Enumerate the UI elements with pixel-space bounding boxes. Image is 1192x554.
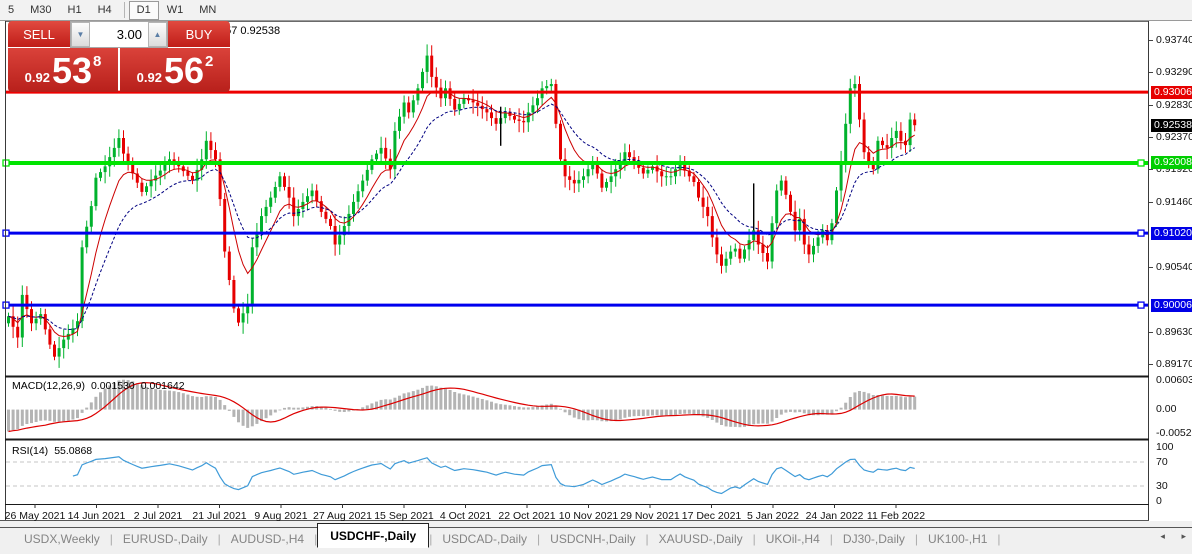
timeframe-button-5[interactable]: 5 [0, 1, 22, 20]
axis-tick-mark [1149, 332, 1153, 333]
macd-tick-label: -0.005228 [1156, 427, 1192, 439]
rsi-tick-label: 30 [1156, 480, 1168, 492]
tab-usdx-weekly[interactable]: USDX,Weekly [14, 529, 110, 549]
price-tick-label: 0.92370 [1156, 131, 1192, 143]
buy-price-main: 56 [163, 50, 204, 91]
one-click-trade-widget: SELL ▼ 3.00 ▲ BUY 0.92 53 8 0.92 56 2 [8, 21, 230, 92]
macd-tick-label: 0.006038 [1156, 374, 1192, 386]
tab-scroll-left-button[interactable]: ◂ [1160, 531, 1165, 541]
timeframe-toolbar: 5 M30 H1 H4 D1 W1 MN [0, 0, 1192, 21]
price-tick-label: 0.90540 [1156, 261, 1192, 273]
ma-slow-line [8, 103, 915, 331]
tab-dj30-daily[interactable]: DJ30-,Daily [833, 529, 915, 549]
rsi-tick-label: 70 [1156, 456, 1168, 468]
price-tick-label: 0.89170 [1156, 358, 1192, 370]
hline-0.90006[interactable] [2, 301, 1148, 309]
axis-tick-mark [1149, 105, 1153, 106]
tab-usdchf-daily[interactable]: USDCHF-,Daily [317, 523, 430, 548]
price-badge: 0.92008 [1151, 156, 1192, 169]
price-badge: 0.90006 [1151, 299, 1192, 312]
volume-increase-button[interactable]: ▲ [148, 22, 167, 47]
timeframe-button-mn[interactable]: MN [191, 1, 224, 20]
axis-tick-mark [1149, 267, 1153, 268]
axis-tick-mark [1149, 40, 1153, 41]
price-tick-label: 0.93290 [1156, 66, 1192, 78]
tab-scroll-arrows: ◂ ▸ [1146, 531, 1186, 542]
price-badge: 0.92538 [1151, 119, 1192, 132]
volume-decrease-button[interactable]: ▼ [71, 22, 90, 47]
volume-spinner: ▼ 3.00 ▲ [70, 21, 168, 48]
tab-uk100-h1[interactable]: UK100-,H1 [918, 529, 997, 549]
tab-eurusd-daily[interactable]: EURUSD-,Daily [113, 529, 218, 549]
trading-terminal: { "toolbar": { "timeframes": [ {"label":… [0, 0, 1192, 554]
price-badge: 0.93006 [1151, 86, 1192, 99]
symbol-tab-bar: USDX,Weekly | EURUSD-,Daily | AUDUSD-,H4 | USD… [0, 521, 1192, 554]
timeframe-button-h1[interactable]: H1 [60, 1, 90, 20]
buy-price-pip: 2 [205, 53, 214, 70]
price-tick-label: 0.93740 [1156, 34, 1192, 46]
ma-fast-line [8, 90, 915, 338]
tabs-row: USDX,Weekly | EURUSD-,Daily | AUDUSD-,H4 | USD… [0, 523, 1192, 549]
macd-tick-label: 0.00 [1156, 403, 1177, 415]
rsi-tick-label: 100 [1156, 441, 1174, 453]
hline-0.9102[interactable] [2, 229, 1148, 237]
axis-tick-mark [1149, 72, 1153, 73]
price-axis[interactable]: 0.93740 0.93290 0.92830 0.92370 0.91920 0.914… [1149, 21, 1192, 521]
price-tick-label: 0.91460 [1156, 196, 1192, 208]
axis-tick-mark [1149, 169, 1153, 170]
macd-name: MACD(12,26,9) [12, 380, 85, 392]
buy-price-button[interactable]: 0.92 56 2 [120, 48, 230, 92]
timeframe-button-d1[interactable]: D1 [128, 0, 159, 20]
sell-price-main: 53 [51, 50, 92, 91]
rsi-tick-label: 0 [1156, 495, 1162, 507]
price-badge: 0.91020 [1151, 227, 1192, 240]
timeframe-button-h4[interactable]: H4 [90, 1, 120, 20]
rsi-name: RSI(14) [12, 445, 49, 457]
sell-price-prefix: 0.92 [24, 70, 50, 85]
toolbar-separator [123, 2, 125, 18]
tab-usdcnh-daily[interactable]: USDCNH-,Daily [540, 529, 645, 549]
timeframe-button-m30[interactable]: M30 [22, 1, 59, 20]
timeframe-button-w1[interactable]: W1 [159, 1, 192, 20]
macd-signal-value: 0.001642 [140, 380, 185, 392]
macd-main-value: 0.001530 [90, 380, 135, 392]
axis-tick-mark [1149, 137, 1153, 138]
tab-audusd-h4[interactable]: AUDUSD-,H4 [221, 529, 314, 549]
buy-button[interactable]: BUY [168, 21, 230, 48]
price-tick-label: 0.92830 [1156, 99, 1192, 111]
price-tick-label: 0.89630 [1156, 326, 1192, 338]
volume-input[interactable]: 3.00 [90, 22, 148, 47]
chart-window[interactable]: ▲USDCHF-,Daily0.92446 0.92729 0.92257 0.… [0, 21, 1192, 522]
chart-canvas[interactable] [0, 21, 1192, 521]
sell-price-button[interactable]: 0.92 53 8 [8, 48, 118, 92]
rsi-label: RSI(14) 55.0868 [12, 445, 98, 457]
tab-separator: | [997, 531, 1001, 546]
tab-usdcad-daily[interactable]: USDCAD-,Daily [432, 529, 537, 549]
tab-xauusd-daily[interactable]: XAUUSD-,Daily [649, 529, 753, 549]
rsi-value: 55.0868 [54, 445, 93, 457]
rsi-line [72, 456, 915, 495]
chart-frame [0, 21, 1192, 521]
sell-button[interactable]: SELL [8, 21, 70, 48]
tab-scroll-right-button[interactable]: ▸ [1181, 531, 1186, 541]
axis-tick-mark [1149, 202, 1153, 203]
tab-ukoil-h4[interactable]: UKOil-,H4 [756, 529, 830, 549]
sell-price-pip: 8 [93, 53, 102, 70]
buy-price-prefix: 0.92 [136, 70, 162, 85]
macd-label: MACD(12,26,9) 0.001530 0.001642 [12, 380, 191, 392]
axis-tick-mark [1149, 364, 1153, 365]
